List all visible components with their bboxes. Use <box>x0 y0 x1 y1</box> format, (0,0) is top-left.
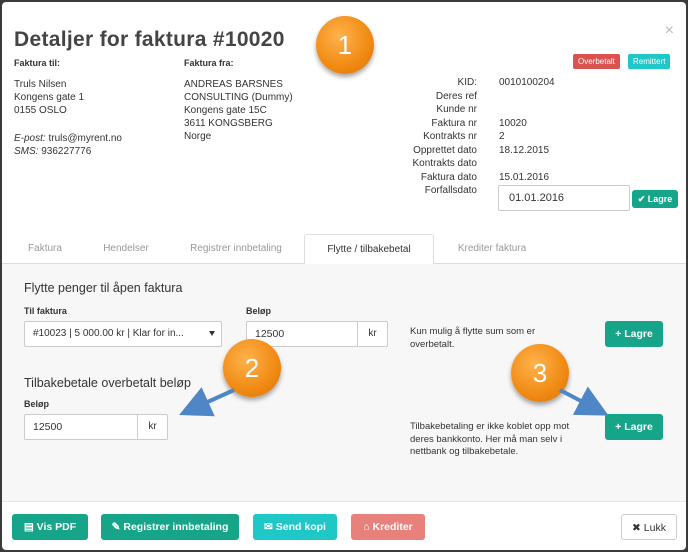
refund-currency-addon: kr <box>137 415 167 439</box>
move-section-title: Flytte penger til åpen faktura <box>24 281 183 295</box>
refund-amount-label: Beløp <box>24 399 50 409</box>
kid-label: KID: <box>457 77 477 88</box>
kid-value: 0010100204 <box>499 77 555 88</box>
customer-ref-label: Deres ref <box>435 90 477 102</box>
move-currency-addon: kr <box>357 322 387 346</box>
target-invoice-label: Til faktura <box>24 306 67 316</box>
customer-sms: SMS: 936227776 <box>14 145 91 158</box>
close-button[interactable]: ✖ Lukk <box>621 514 677 540</box>
register-payment-label: Registrer innbetaling <box>123 521 229 533</box>
invoice-from-label: Faktura fra: <box>184 58 234 68</box>
view-pdf-label: Vis PDF <box>36 521 77 533</box>
credit-label: Krediter <box>372 521 413 533</box>
move-amount-label: Beløp <box>246 306 272 316</box>
customer-name: Truls Nilsen <box>14 79 67 90</box>
callout-2: 2 <box>223 339 281 397</box>
contract-number-label: Kontrakts nr <box>423 131 477 142</box>
move-save-label: Lagre <box>624 328 653 340</box>
move-save-button[interactable]: + Lagre <box>605 321 663 347</box>
plus-icon: + <box>615 328 622 340</box>
invoice-number-value: 10020 <box>499 117 527 129</box>
invoice-details-modal: Detaljer for faktura #10020 × Overbetalt… <box>2 2 686 550</box>
status-badge-overpaid: Overbetalt <box>573 54 620 69</box>
due-date-input[interactable]: 01.01.2016 <box>498 185 630 211</box>
save-due-date-button[interactable]: ✔ Lagre <box>632 190 678 208</box>
caret-down-icon <box>209 331 215 336</box>
tab-bar: Faktura Hendelser Registrer innbetaling … <box>2 234 686 265</box>
tab-invoice[interactable]: Faktura <box>10 234 80 264</box>
customer-address-line2: 0155 OSLO <box>14 105 67 116</box>
credit-button[interactable]: ⌂ Krediter <box>351 514 425 540</box>
status-badge-remitted: Remittert <box>628 54 671 69</box>
contract-number-value: 2 <box>499 131 505 142</box>
customer-email: E-post: truls@myrent.no <box>14 132 122 145</box>
tab-move-refund[interactable]: Flytte / tilbakebetal <box>304 234 434 265</box>
plus-icon: + <box>615 421 622 433</box>
credit-icon: ⌂ <box>363 521 370 533</box>
modal-title: Detaljer for faktura #10020 <box>14 28 285 51</box>
customer-number-label: Kunde nr <box>436 104 477 115</box>
refund-section-title: Tilbakebetale overbetalt beløp <box>24 376 191 390</box>
created-date-value: 18.12.2015 <box>499 144 550 156</box>
send-copy-label: Send kopi <box>275 521 326 533</box>
move-refund-panel: Flytte penger til åpen faktura Til faktu… <box>2 264 686 502</box>
customer-address-line1: Kongens gate 1 <box>14 92 85 103</box>
refund-amount-value: 12500 <box>33 421 63 433</box>
check-icon: ✔ <box>637 194 646 204</box>
target-invoice-value: #10023 | 5 000.00 kr | Klar for in... <box>33 328 184 339</box>
register-payment-button[interactable]: ✎ Registrer innbetaling <box>101 514 239 540</box>
move-amount-value: 12500 <box>255 328 285 340</box>
invoice-number-label: Faktura nr <box>431 117 477 129</box>
refund-save-label: Lagre <box>624 421 653 433</box>
close-x-icon: ✖ <box>632 522 641 534</box>
target-invoice-select[interactable]: #10023 | 5 000.00 kr | Klar for in... <box>24 321 222 347</box>
email-label: E-post: <box>14 133 46 144</box>
tab-events[interactable]: Hendelser <box>86 234 166 264</box>
tab-credit-invoice[interactable]: Krediter faktura <box>440 234 544 264</box>
sender-line2: CONSULTING (Dummy) <box>184 92 293 103</box>
callout-1: 1 <box>316 16 374 74</box>
refund-save-button[interactable]: + Lagre <box>605 414 663 440</box>
sms-label: SMS: <box>14 146 39 157</box>
save-due-date-label: Lagre <box>647 194 673 204</box>
contract-date-label: Kontrakts dato <box>412 158 477 169</box>
sender-line3: Kongens gate 15C <box>184 105 267 116</box>
edit-icon: ✎ <box>111 521 121 533</box>
file-pdf-icon: ▤ <box>23 521 34 533</box>
created-date-label: Opprettet dato <box>413 144 477 156</box>
due-date-label: Forfallsdato <box>424 185 477 196</box>
email-value: truls@myrent.no <box>48 133 122 144</box>
send-copy-button[interactable]: ✉ Send kopi <box>253 514 337 540</box>
refund-note: Tilbakebetaling er ikke koblet opp mot d… <box>410 421 570 457</box>
sender-line5: Norge <box>184 131 212 142</box>
close-label: Lukk <box>643 522 666 534</box>
sender-line4: 3611 KONGSBERG <box>184 118 273 129</box>
sms-value: 936227776 <box>41 146 92 157</box>
invoice-to-label: Faktura til: <box>14 58 61 68</box>
callout-3: 3 <box>511 344 569 402</box>
refund-amount-input[interactable]: 12500 kr <box>24 414 168 440</box>
invoice-date-value: 15.01.2016 <box>499 171 550 183</box>
view-pdf-button[interactable]: ▤ Vis PDF <box>12 514 88 540</box>
sender-line1: ANDREAS BARSNES <box>184 79 283 90</box>
envelope-icon: ✉ <box>264 521 273 533</box>
close-icon[interactable]: × <box>665 22 674 40</box>
tab-register-payment[interactable]: Registrer innbetaling <box>172 234 300 264</box>
invoice-date-label: Faktura dato <box>420 171 477 183</box>
